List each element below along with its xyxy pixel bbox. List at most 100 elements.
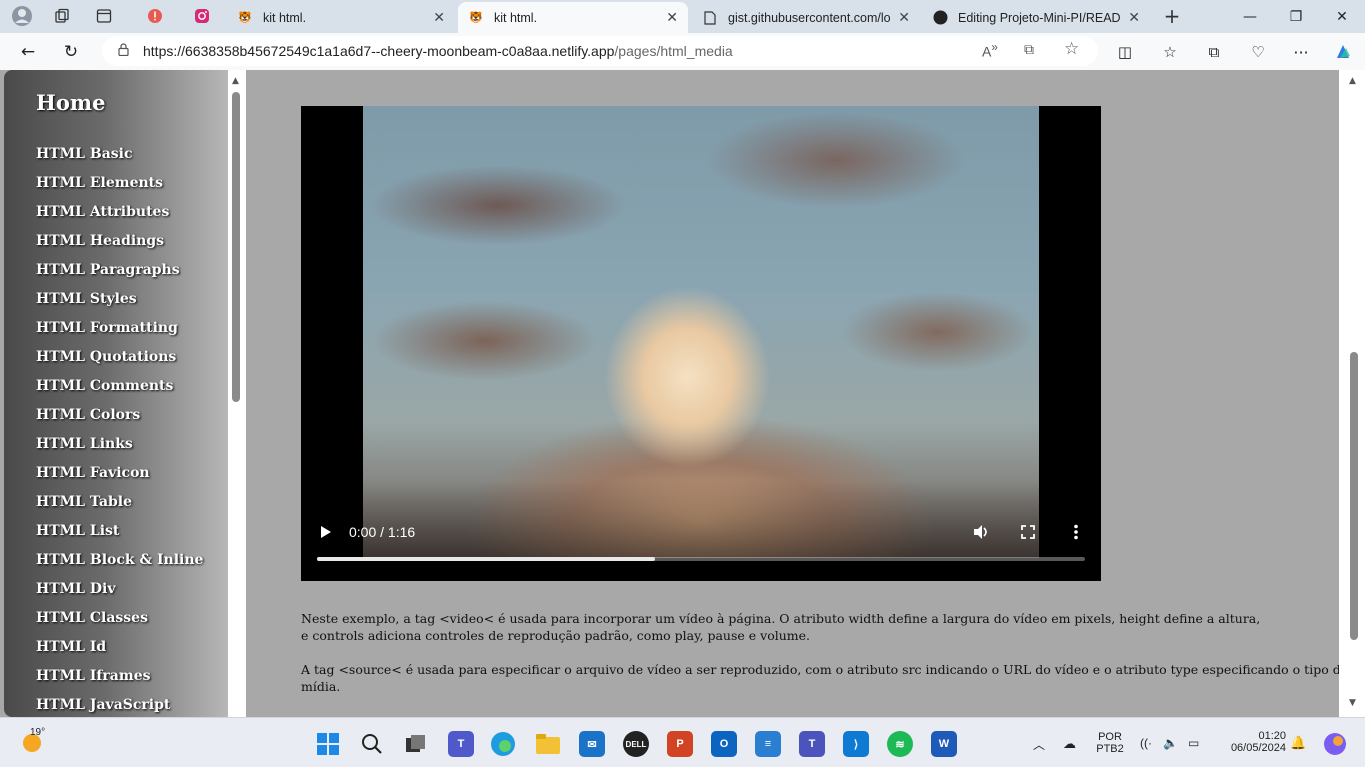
show-hidden-icons-chevron-icon[interactable]: ︿ <box>1033 736 1045 753</box>
sidebar-scroll-thumb[interactable] <box>232 92 240 402</box>
clock-time: 01:20 <box>1258 730 1286 742</box>
sidebar-item-html-div[interactable]: HTML Div <box>36 581 115 597</box>
onedrive-cloud-icon[interactable]: ☁ <box>1063 736 1076 752</box>
tab-title: kit html. <box>494 10 538 25</box>
tab-github-editing[interactable]: Editing Projeto-Mini-PI/READM ✕ <box>922 2 1150 33</box>
tab-actions-icon[interactable] <box>92 4 116 28</box>
vscode-icon[interactable]: ⟩ <box>843 731 869 757</box>
word-icon[interactable]: W <box>931 731 957 757</box>
copilot-icon[interactable] <box>1328 37 1358 67</box>
speaker-icon[interactable]: 🔈 <box>1163 736 1178 750</box>
pinned-tab-instagram-icon[interactable] <box>190 4 214 28</box>
copilot-preview-icon[interactable] <box>1322 731 1348 757</box>
mail-icon[interactable]: ✉ <box>579 731 605 757</box>
start-windows-icon[interactable] <box>315 731 341 757</box>
page-viewport: Home HTML Basic HTML Elements HTML Attri… <box>0 70 1365 717</box>
back-arrow-icon[interactable]: ← <box>13 37 43 67</box>
sidebar-item-html-quotations[interactable]: HTML Quotations <box>36 349 176 365</box>
scroll-up-arrow-icon[interactable]: ▲ <box>232 76 239 86</box>
tab-gist[interactable]: gist.githubusercontent.com/loh ✕ <box>692 2 920 33</box>
scroll-up-arrow-icon[interactable]: ▲ <box>1349 76 1356 86</box>
play-icon[interactable] <box>319 524 333 545</box>
teams-icon[interactable]: T <box>448 731 474 757</box>
spotify-icon[interactable]: ≋ <box>887 731 913 757</box>
sidebar-item-html-comments[interactable]: HTML Comments <box>36 378 173 394</box>
close-tab-icon[interactable]: ✕ <box>666 9 678 26</box>
address-bar[interactable]: https://6638358b45672549c1a1a6d7--cheery… <box>102 36 1098 66</box>
battery-icon[interactable]: ▭ <box>1188 736 1199 750</box>
sidebar-item-html-formatting[interactable]: HTML Formatting <box>36 320 178 336</box>
edge-icon[interactable] <box>490 731 516 757</box>
sidebar-item-html-table[interactable]: HTML Table <box>36 494 132 510</box>
search-icon[interactable] <box>359 731 385 757</box>
sidebar-item-html-styles[interactable]: HTML Styles <box>36 291 137 307</box>
sidebar-item-html-elements[interactable]: HTML Elements <box>36 175 163 191</box>
sidebar-item-html-basic[interactable]: HTML Basic <box>36 146 133 162</box>
sidebar-item-html-classes[interactable]: HTML Classes <box>36 610 148 626</box>
video-time: 0:00 / 1:16 <box>349 524 416 540</box>
sidebar-item-html-paragraphs[interactable]: HTML Paragraphs <box>36 262 180 278</box>
collections-icon[interactable]: ⧉ <box>1199 37 1229 67</box>
split-screen-icon[interactable]: ◫ <box>1110 37 1140 67</box>
read-aloud-icon[interactable]: A» <box>982 41 998 60</box>
teams-new-icon[interactable]: T <box>799 731 825 757</box>
video-progress-bar[interactable] <box>317 557 1085 561</box>
tab-kit-html-2[interactable]: 🐯 kit html. ✕ <box>458 2 688 33</box>
favorite-star-icon[interactable]: ☆ <box>1064 39 1079 59</box>
volume-icon[interactable] <box>972 523 990 546</box>
description-paragraph-2: A tag <source< é usada para especificar … <box>301 662 1349 694</box>
powerpoint-icon[interactable]: P <box>667 731 693 757</box>
sidebar-item-html-list[interactable]: HTML List <box>36 523 119 539</box>
sidebar-scrollbar[interactable]: ▲ <box>228 70 246 717</box>
sidebar-item-html-id[interactable]: HTML Id <box>36 639 106 655</box>
sidebar-item-html-javascript[interactable]: HTML JavaScript <box>36 697 170 713</box>
page-scroll-thumb[interactable] <box>1350 352 1358 640</box>
more-menu-icon[interactable]: ··· <box>1286 37 1316 67</box>
close-tab-icon[interactable]: ✕ <box>898 9 910 26</box>
clock[interactable]: 01:20 06/05/2024 <box>1218 730 1286 754</box>
document-favicon-icon <box>702 10 718 26</box>
task-view-icon[interactable] <box>403 731 429 757</box>
dell-icon[interactable]: DELL <box>623 731 649 757</box>
app-available-icon[interactable]: ⧉ <box>1024 41 1034 58</box>
workspaces-icon[interactable] <box>50 4 74 28</box>
sidebar-item-html-iframes[interactable]: HTML Iframes <box>36 668 150 684</box>
new-tab-icon[interactable]: + <box>1160 4 1184 28</box>
sidebar-home-link[interactable]: Home <box>36 90 105 115</box>
close-tab-icon[interactable]: ✕ <box>1128 9 1140 26</box>
favorites-icon[interactable]: ☆ <box>1155 37 1185 67</box>
sidebar-item-html-links[interactable]: HTML Links <box>36 436 133 452</box>
sidebar-item-html-headings[interactable]: HTML Headings <box>36 233 164 249</box>
notepad-icon[interactable]: ≡ <box>755 731 781 757</box>
language-indicator[interactable]: POR PTB2 <box>1094 731 1126 755</box>
tab-title: gist.githubusercontent.com/loh <box>728 10 891 25</box>
minimize-icon[interactable]: — <box>1227 0 1273 33</box>
clock-date: 06/05/2024 <box>1230 742 1286 754</box>
notification-bell-icon[interactable]: 🔔 <box>1290 735 1306 751</box>
close-window-icon[interactable]: ✕ <box>1319 0 1365 33</box>
outlook-new-icon[interactable]: O <box>711 731 737 757</box>
lock-icon <box>118 43 129 59</box>
sidebar-item-html-favicon[interactable]: HTML Favicon <box>36 465 150 481</box>
sidebar-item-html-colors[interactable]: HTML Colors <box>36 407 140 423</box>
scroll-down-arrow-icon[interactable]: ▼ <box>1349 698 1356 708</box>
tiger-favicon-icon: 🐯 <box>469 12 483 24</box>
sidebar-nav: Home HTML Basic HTML Elements HTML Attri… <box>4 70 228 717</box>
close-tab-icon[interactable]: ✕ <box>433 9 445 26</box>
sidebar-item-html-block-inline[interactable]: HTML Block & Inline <box>36 552 203 568</box>
sidebar-item-html-attributes[interactable]: HTML Attributes <box>36 204 169 220</box>
page-scrollbar[interactable]: ▲ ▼ <box>1339 70 1365 717</box>
more-options-icon[interactable] <box>1074 524 1078 545</box>
wifi-icon[interactable]: ((· <box>1140 736 1152 750</box>
profile-avatar-icon[interactable] <box>10 4 34 28</box>
tab-kit-html-1[interactable]: 🐯 kit html. ✕ <box>227 2 455 33</box>
file-explorer-icon[interactable] <box>535 731 561 757</box>
browser-toolbar: ← ↻ https://6638358b45672549c1a1a6d7--ch… <box>0 33 1365 70</box>
refresh-icon[interactable]: ↻ <box>56 37 86 67</box>
restore-icon[interactable]: ❐ <box>1273 0 1319 33</box>
github-favicon-icon <box>932 10 948 26</box>
browser-essentials-icon[interactable]: ♡ <box>1243 37 1273 67</box>
pinned-tab-alert-icon[interactable] <box>143 4 167 28</box>
video-player[interactable]: 0:00 / 1:16 <box>301 106 1101 581</box>
fullscreen-icon[interactable] <box>1021 525 1035 544</box>
